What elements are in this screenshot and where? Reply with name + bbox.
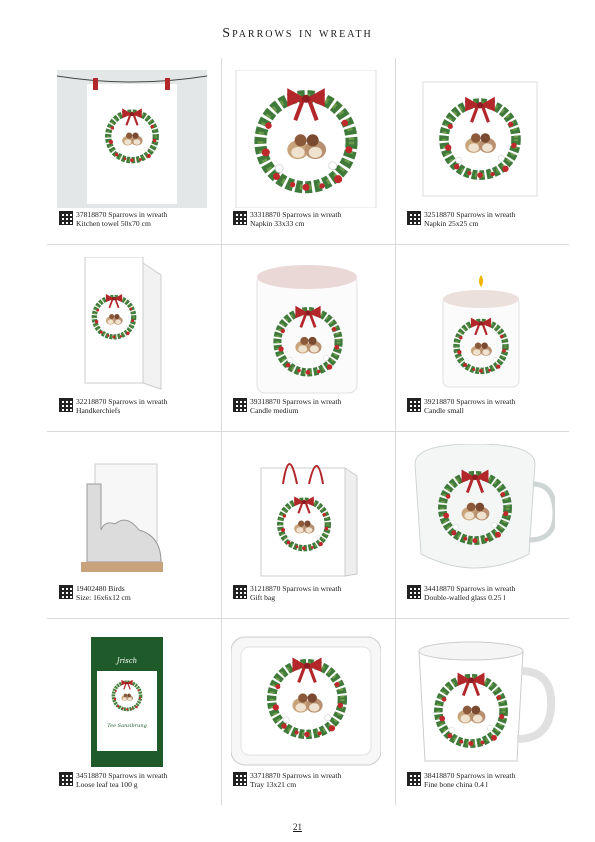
- qr-code-icon: [407, 211, 421, 225]
- product-cell: Jrisch Tee Sanzibrung 34518870 Sparrows in…: [47, 619, 221, 805]
- product-caption: 34418870 Sparrows in wreath Double-walled…: [407, 584, 567, 602]
- product-caption: 39218870 Sparrows in wreath Candle small: [407, 397, 567, 415]
- page-title: Sparrows in wreath: [222, 26, 373, 41]
- product-caption: 34518870 Sparrows in wreath Loose leaf te…: [59, 771, 219, 789]
- qr-code-icon: [59, 585, 73, 599]
- product-cell: 33718870 Sparrows in wreath Tray 13x21 cm: [221, 619, 395, 805]
- qr-code-icon: [407, 585, 421, 599]
- product-description: Napkin 33x33 cm: [250, 219, 305, 228]
- product-cell: 39318870 Sparrows in wreath Candle medium: [221, 245, 395, 431]
- product-cell: 32518870 Sparrows in wreath Napkin 25x25 …: [395, 58, 569, 244]
- product-cell: 19402480 Birds Size: 16x6x12 cm: [47, 432, 221, 618]
- product-image-mug: [418, 641, 555, 762]
- product-number-name: 33318870 Sparrows in wreath: [250, 210, 342, 219]
- product-cell: 31218870 Sparrows in wreath Gift bag: [221, 432, 395, 618]
- product-number-name: 19402480 Birds: [76, 584, 125, 593]
- product-image-towel: [57, 70, 207, 208]
- product-description: Napkin 25x25 cm: [424, 219, 479, 228]
- qr-code-icon: [233, 398, 247, 412]
- tea-product-label: Tee Sanzibrung: [107, 723, 147, 729]
- product-description: Loose leaf tea 100 g: [76, 780, 138, 789]
- product-description: Candle medium: [250, 406, 299, 415]
- product-image-napkin-small: [422, 81, 538, 197]
- qr-code-icon: [233, 772, 247, 786]
- product-image-napkin-holder: [81, 463, 163, 572]
- product-description: Gift bag: [250, 593, 276, 602]
- product-caption: 32518870 Sparrows in wreath Napkin 25x25 …: [407, 210, 567, 228]
- product-caption: 38418870 Sparrows in wreath Fine bone chi…: [407, 771, 567, 789]
- product-caption: 39318870 Sparrows in wreath Candle medium: [233, 397, 393, 415]
- product-number-name: 31218870 Sparrows in wreath: [250, 584, 342, 593]
- product-number-name: 33718870 Sparrows in wreath: [250, 771, 342, 780]
- product-caption: 33318870 Sparrows in wreath Napkin 33x33 …: [233, 210, 393, 228]
- product-number-name: 32518870 Sparrows in wreath: [424, 210, 516, 219]
- product-description: Fine bone china 0.4 l: [424, 780, 488, 789]
- product-description: Kitchen towel 50x70 cm: [76, 219, 151, 228]
- product-caption: 33718870 Sparrows in wreath Tray 13x21 cm: [233, 771, 393, 789]
- qr-code-icon: [59, 398, 73, 412]
- qr-code-icon: [233, 585, 247, 599]
- product-number-name: 38418870 Sparrows in wreath: [424, 771, 516, 780]
- qr-code-icon: [407, 772, 421, 786]
- product-image-candle-small: [442, 275, 520, 388]
- product-image-candle-medium: [256, 265, 358, 394]
- qr-code-icon: [233, 211, 247, 225]
- qr-code-icon: [407, 398, 421, 412]
- product-number-name: 34518870 Sparrows in wreath: [76, 771, 168, 780]
- product-caption: 31218870 Sparrows in wreath Gift bag: [233, 584, 393, 602]
- product-number-name: 39218870 Sparrows in wreath: [424, 397, 516, 406]
- product-image-tea: Jrisch Tee Sanzibrung: [91, 637, 163, 767]
- product-cell: 38418870 Sparrows in wreath Fine bone chi…: [395, 619, 569, 805]
- product-caption: 32218870 Sparrows in wreath Handkerchiefs: [59, 397, 219, 415]
- product-image-glass: [414, 444, 555, 569]
- product-description: Handkerchiefs: [76, 406, 121, 415]
- product-cell: 32218870 Sparrows in wreath Handkerchiefs: [47, 245, 221, 431]
- product-image-tray: [231, 636, 381, 766]
- product-description: Double-walled glass 0.25 l: [424, 593, 506, 602]
- tea-brand-label: Jrisch: [115, 657, 137, 665]
- product-number-name: 34418870 Sparrows in wreath: [424, 584, 516, 593]
- qr-code-icon: [59, 772, 73, 786]
- product-number-name: 39318870 Sparrows in wreath: [250, 397, 342, 406]
- product-description: Tray 13x21 cm: [250, 780, 297, 789]
- product-cell: 33318870 Sparrows in wreath Napkin 33x33 …: [221, 58, 395, 244]
- product-number-name: 32218870 Sparrows in wreath: [76, 397, 168, 406]
- qr-code-icon: [59, 211, 73, 225]
- product-image-gift-bag: [260, 463, 358, 577]
- product-cell: 34418870 Sparrows in wreath Double-walled…: [395, 432, 569, 618]
- product-description: Size: 16x6x12 cm: [76, 593, 131, 602]
- page-number: 21: [293, 822, 302, 832]
- product-caption: 37818870 Sparrows in wreath Kitchen towel…: [59, 210, 219, 228]
- product-caption: 19402480 Birds Size: 16x6x12 cm: [59, 584, 219, 602]
- product-image-napkin-large: [235, 70, 377, 208]
- product-description: Candle small: [424, 406, 464, 415]
- product-cell: 39218870 Sparrows in wreath Candle small: [395, 245, 569, 431]
- product-cell: 37818870 Sparrows in wreath Kitchen towel…: [47, 58, 221, 244]
- product-image-handkerchiefs: [84, 257, 162, 390]
- product-number-name: 37818870 Sparrows in wreath: [76, 210, 168, 219]
